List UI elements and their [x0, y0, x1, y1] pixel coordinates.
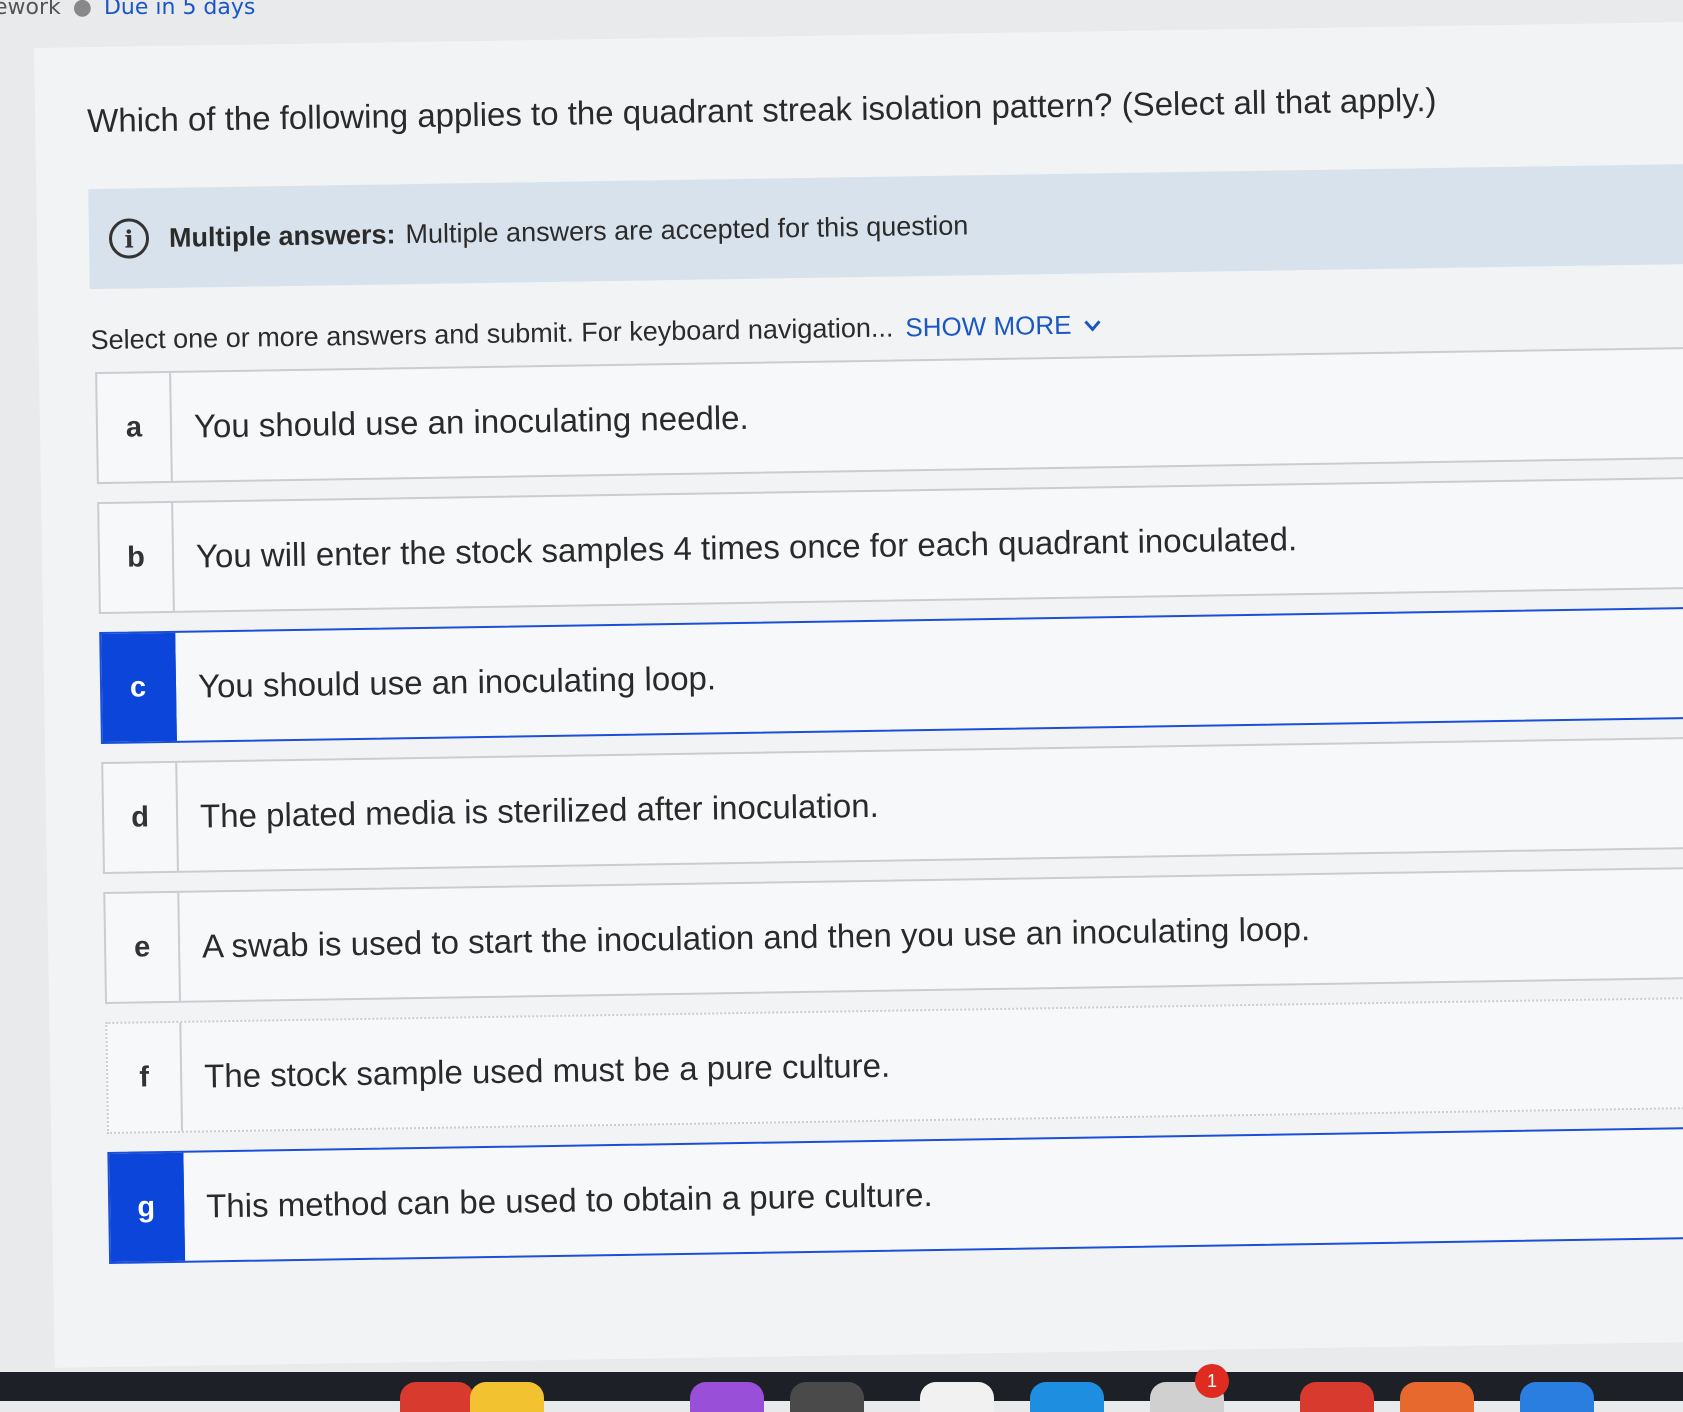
option-letter: d: [103, 762, 179, 872]
option-text: You should use an inoculating loop.: [197, 659, 717, 705]
multiple-answers-banner: i Multiple answers: Multiple answers are…: [88, 163, 1683, 290]
option-letter: c: [101, 632, 177, 743]
option-text: You will enter the stock samples 4 times…: [195, 520, 1298, 575]
answer-option-g[interactable]: g This method can be used to obtain a pu…: [107, 1125, 1683, 1264]
instructions-text: Select one or more answers and submit. F…: [90, 312, 894, 356]
dock-app-icon[interactable]: [1300, 1382, 1374, 1412]
option-letter: b: [99, 502, 175, 613]
dock-app-icon[interactable]: [1520, 1382, 1594, 1412]
option-text: The stock sample used must be a pure cul…: [203, 1046, 891, 1095]
option-text: You should use an inoculating needle.: [193, 398, 749, 445]
instructions: Select one or more answers and submit. F…: [90, 309, 1103, 356]
info-icon: i: [108, 218, 150, 259]
dock-app-icon[interactable]: [920, 1382, 994, 1412]
banner-label: Multiple answers:: [168, 218, 396, 253]
dock-app-icon[interactable]: [790, 1382, 864, 1412]
top-bar: ework ● Due in 5 days: [0, 0, 1683, 28]
option-text: This method can be used to obtain a pure…: [205, 1176, 933, 1225]
dock-app-icon[interactable]: [470, 1382, 544, 1412]
dock-app-icon[interactable]: [1030, 1382, 1104, 1412]
question-page: Which of the following applies to the qu…: [34, 21, 1683, 1368]
question-text: Which of the following applies to the qu…: [86, 80, 1437, 140]
option-text: The plated media is sterilized after ino…: [199, 786, 879, 835]
show-more-label: SHOW MORE: [905, 309, 1072, 343]
banner-text: Multiple answers are accepted for this q…: [405, 209, 969, 249]
dock-app-icon[interactable]: [690, 1382, 764, 1412]
dock-app-icon[interactable]: [400, 1382, 474, 1412]
answer-option-c[interactable]: c You should use an inoculating loop.: [99, 605, 1683, 745]
answer-option-a[interactable]: a You should use an inoculating needle.: [95, 346, 1683, 485]
option-letter: f: [107, 1022, 184, 1132]
taskbar: [0, 1372, 1683, 1412]
option-letter: g: [109, 1152, 186, 1262]
option-letter: a: [97, 372, 173, 483]
option-letter: e: [105, 892, 181, 1002]
option-text: A swab is used to start the inoculation …: [201, 910, 1311, 965]
answer-option-d[interactable]: d The plated media is sterilized after i…: [101, 735, 1683, 875]
answer-option-f[interactable]: f The stock sample used must be a pure c…: [105, 995, 1683, 1134]
notification-badge: 1: [1195, 1364, 1229, 1398]
separator-dot: ●: [72, 0, 92, 20]
due-date: Due in 5 days: [103, 0, 256, 20]
assignment-context: ework: [0, 0, 61, 20]
answer-option-b[interactable]: b You will enter the stock samples 4 tim…: [97, 475, 1683, 615]
chevron-down-icon: [1084, 319, 1101, 332]
dock-app-icon[interactable]: [1400, 1382, 1474, 1412]
answer-option-e[interactable]: e A swab is used to start the inoculatio…: [103, 865, 1683, 1005]
show-more-button[interactable]: SHOW MORE: [905, 309, 1104, 343]
